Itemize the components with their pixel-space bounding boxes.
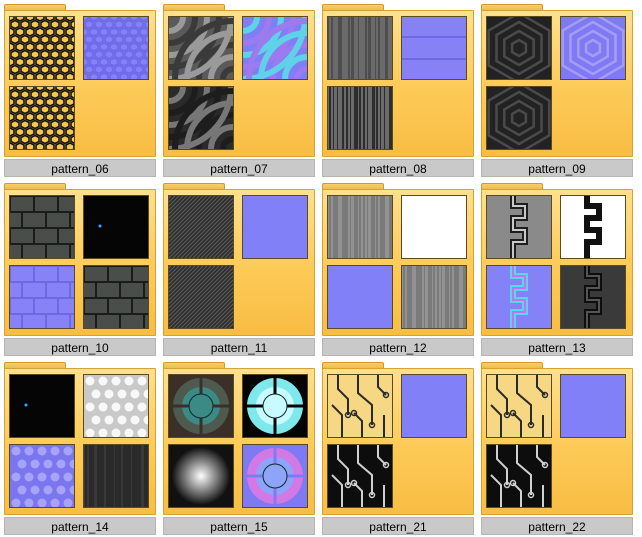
grunge-streak-icon	[327, 86, 393, 150]
folder-label[interactable]: pattern_11	[163, 338, 315, 356]
circuit-dark-icon	[486, 444, 552, 508]
speaker-normal-icon	[242, 444, 308, 508]
hex-normal-icon	[83, 16, 149, 80]
stone-bricks-icon	[83, 265, 149, 329]
folder-pattern-13[interactable]: pattern_13	[481, 183, 633, 358]
zigzag-dark-icon	[560, 265, 626, 329]
folder-label[interactable]: pattern_07	[163, 159, 315, 177]
folder-label[interactable]: pattern_12	[322, 338, 474, 356]
folder-pattern-22[interactable]: pattern_22	[481, 362, 633, 537]
flat-normal-icon	[560, 374, 626, 438]
zigzag-gray-icon	[486, 195, 552, 259]
radial-gradient-icon	[168, 444, 234, 508]
arcs-normal-icon	[242, 16, 308, 80]
white-square-icon	[401, 195, 467, 259]
speaker-teal-icon	[168, 374, 234, 438]
stone-bricks-icon	[9, 195, 75, 259]
folder-pattern-12[interactable]: pattern_12	[322, 183, 474, 358]
brushed-metal-icon	[327, 195, 393, 259]
folder-pattern-14[interactable]: pattern_14	[4, 362, 156, 537]
black-square-icon	[9, 374, 75, 438]
folder-label[interactable]: pattern_10	[4, 338, 156, 356]
folder-pattern-07[interactable]: pattern_07	[163, 4, 315, 179]
bricks-normal-icon	[9, 265, 75, 329]
arcs-gray-icon	[168, 16, 234, 80]
folder-grid: pattern_06 pattern_07 pattern_08 pattern_09…	[0, 0, 642, 535]
hexline-dark-icon	[486, 86, 552, 150]
zigzag-white-icon	[560, 195, 626, 259]
hex-dark-icon	[9, 16, 75, 80]
flat-normal-icon	[242, 195, 308, 259]
dots-white-icon	[83, 374, 149, 438]
folder-pattern-15[interactable]: pattern_15	[163, 362, 315, 537]
folder-pattern-21[interactable]: pattern_21	[322, 362, 474, 537]
dots-normal-icon	[9, 444, 75, 508]
folder-label[interactable]: pattern_15	[163, 517, 315, 535]
dark-noise-icon	[83, 444, 149, 508]
black-square-icon	[83, 195, 149, 259]
circuit-yellow-icon	[327, 374, 393, 438]
hex-dark-icon	[9, 86, 75, 150]
folder-label[interactable]: pattern_08	[322, 159, 474, 177]
flat-normal-icon	[327, 265, 393, 329]
folder-label[interactable]: pattern_13	[481, 338, 633, 356]
planks-normal-icon	[401, 16, 467, 80]
circuit-dark-icon	[327, 444, 393, 508]
folder-pattern-09[interactable]: pattern_09	[481, 4, 633, 179]
folder-pattern-11[interactable]: pattern_11	[163, 183, 315, 358]
folder-pattern-10[interactable]: pattern_10	[4, 183, 156, 358]
flat-normal-icon	[401, 374, 467, 438]
speaker-glow-icon	[242, 374, 308, 438]
folder-label[interactable]: pattern_06	[4, 159, 156, 177]
zigzag-normal-icon	[486, 265, 552, 329]
hexline-normal-icon	[560, 16, 626, 80]
folder-pattern-08[interactable]: pattern_08	[322, 4, 474, 179]
folder-label[interactable]: pattern_09	[481, 159, 633, 177]
folder-label[interactable]: pattern_21	[322, 517, 474, 535]
folder-label[interactable]: pattern_14	[4, 517, 156, 535]
folder-label[interactable]: pattern_22	[481, 517, 633, 535]
brushed-metal-icon	[401, 265, 467, 329]
arcs-dark-icon	[168, 86, 234, 150]
diagonal-lines-icon	[168, 265, 234, 329]
hexline-dark-icon	[486, 16, 552, 80]
diagonal-lines-icon	[168, 195, 234, 259]
circuit-yellow-icon	[486, 374, 552, 438]
folder-pattern-06[interactable]: pattern_06	[4, 4, 156, 179]
grunge-wall-icon	[327, 16, 393, 80]
